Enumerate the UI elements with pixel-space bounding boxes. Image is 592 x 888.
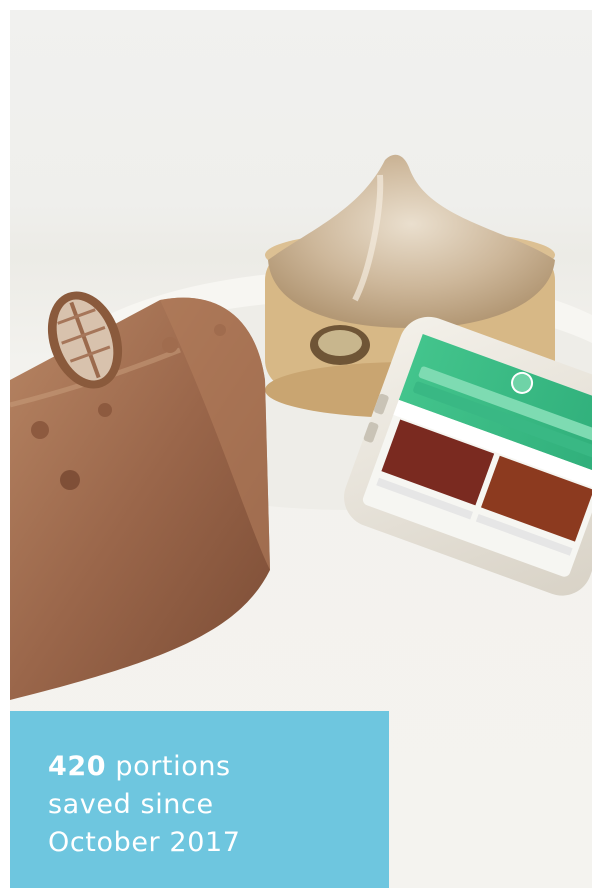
stat-card: 420 portions saved since October 2017: [10, 711, 389, 888]
stat-line-1: 420 portions: [48, 748, 389, 786]
chocolate-bar: [10, 297, 270, 700]
portions-label: portions: [106, 751, 231, 782]
portions-count: 420: [48, 751, 107, 782]
stat-line-2: saved since: [48, 789, 214, 820]
stat-line-3: October 2017: [48, 827, 241, 858]
